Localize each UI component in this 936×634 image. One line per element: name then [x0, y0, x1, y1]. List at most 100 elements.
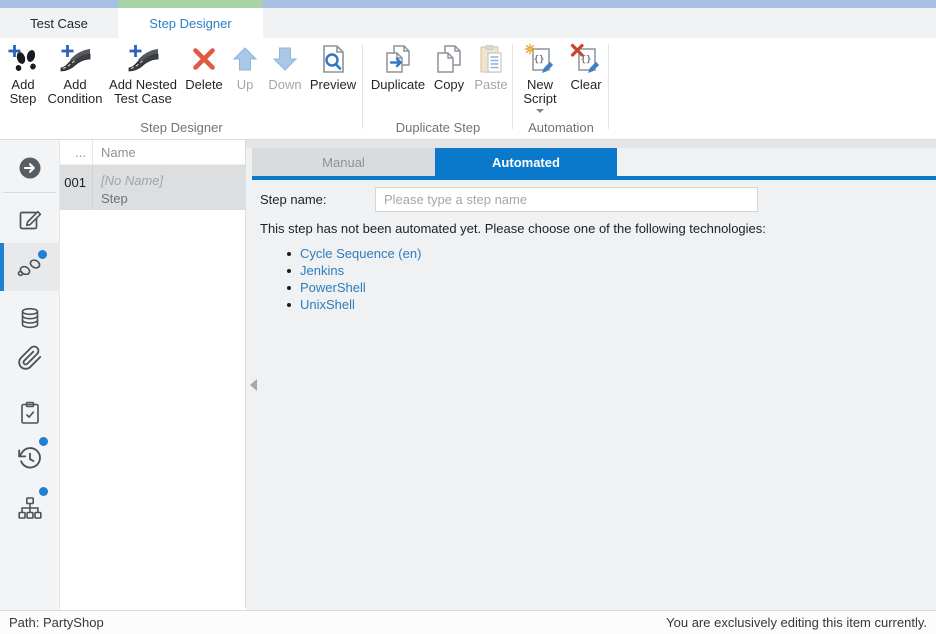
history-clock-icon [17, 445, 43, 471]
active-tab-underline [252, 176, 936, 180]
sidebar-item-steps[interactable] [0, 243, 59, 291]
step-name: [No Name] [101, 173, 245, 188]
svg-text:{}: {} [534, 55, 545, 65]
add-condition-icon [58, 42, 92, 76]
add-condition-label: Add Condition [46, 76, 104, 106]
technology-list-item: Jenkins [287, 262, 421, 279]
add-step-icon [6, 42, 40, 76]
preview-icon [316, 42, 350, 76]
tab-automated-label: Automated [492, 155, 560, 170]
delete-icon [187, 42, 221, 76]
duplicate-button[interactable]: Duplicate [367, 42, 429, 92]
up-button: Up [226, 42, 264, 92]
step-editor-panel: Manual Automated Step name: This step ha… [246, 140, 936, 610]
ribbon-group-automation: {} New Script {} [513, 38, 609, 139]
add-nested-test-case-icon [126, 42, 160, 76]
paste-button: Paste [469, 42, 513, 92]
step-name-input[interactable] [375, 187, 758, 212]
step-number: 001 [60, 165, 93, 210]
editor-tab-bar: Manual Automated [252, 148, 617, 176]
edit-pencil-icon [17, 206, 43, 232]
status-bar: Path: PartyShop You are exclusively edit… [0, 610, 936, 634]
new-script-button[interactable]: {} New Script [515, 42, 565, 113]
sidebar-item-edit[interactable] [0, 195, 59, 243]
copy-icon [432, 42, 466, 76]
sidebar-item-history[interactable] [0, 434, 59, 482]
technology-link[interactable]: Jenkins [300, 263, 344, 278]
panel-collapse-arrow-icon[interactable] [250, 379, 257, 391]
clear-label: Clear [570, 76, 601, 92]
tab-manual-label: Manual [322, 155, 365, 170]
editor-top-band [246, 140, 936, 148]
step-list-header: ... Name [60, 140, 245, 165]
step-list-panel: ... Name 001 [No Name] Step [60, 140, 246, 608]
technology-link[interactable]: UnixShell [300, 297, 355, 312]
column-header-name[interactable]: Name [93, 140, 245, 164]
status-path: Path: PartyShop [9, 615, 104, 630]
add-step-label: Add Step [0, 76, 46, 106]
tab-step-designer[interactable]: Step Designer [118, 8, 263, 38]
paste-label: Paste [474, 76, 507, 92]
go-arrow-icon [17, 155, 43, 181]
ribbon-group-label: Duplicate Step [363, 120, 513, 139]
paperclip-icon [17, 345, 43, 371]
copy-button[interactable]: Copy [429, 42, 469, 92]
technology-list: Cycle Sequence (en) Jenkins PowerShell U… [287, 245, 421, 313]
tab-test-case[interactable]: Test Case [0, 8, 118, 38]
selection-indicator [0, 243, 4, 291]
duplicate-icon [381, 42, 415, 76]
document-tab-bar: Test Case Step Designer [0, 8, 936, 38]
badge-dot [38, 250, 47, 259]
ribbon-group-label: Step Designer [0, 120, 363, 139]
add-step-button[interactable]: Add Step [0, 42, 46, 106]
badge-dot [39, 487, 48, 496]
ribbon-group-label: Automation [513, 120, 609, 139]
step-designer-window: { "app_tabs": { "test_case": "Test Case"… [0, 0, 936, 634]
technology-link[interactable]: PowerShell [300, 280, 366, 295]
step-type: Step [101, 191, 245, 206]
hierarchy-icon [17, 495, 43, 521]
status-edit-lock-message: You are exclusively editing this item cu… [666, 615, 927, 630]
left-icon-sidebar [0, 140, 60, 610]
down-arrow-icon [268, 42, 302, 76]
sidebar-item-navigate[interactable] [0, 144, 59, 192]
delete-button[interactable]: Delete [182, 42, 226, 92]
column-header-number[interactable]: ... [60, 140, 93, 164]
step-row[interactable]: 001 [No Name] Step [60, 165, 245, 210]
technology-list-item: PowerShell [287, 279, 421, 296]
automation-info-text: This step has not been automated yet. Pl… [260, 221, 766, 236]
down-label: Down [268, 76, 301, 92]
clear-script-icon: {} [569, 42, 603, 76]
ribbon-group-duplicate-step: Duplicate Copy [363, 38, 513, 139]
tab-manual[interactable]: Manual [252, 148, 435, 176]
duplicate-label: Duplicate [371, 76, 425, 92]
ribbon-group-step-designer: Add Step Add Condition [0, 38, 363, 139]
tab-test-case-label: Test Case [30, 16, 88, 31]
clear-button[interactable]: {} Clear [565, 42, 607, 92]
step-name-label: Step name: [260, 192, 327, 207]
technology-list-item: Cycle Sequence (en) [287, 245, 421, 262]
add-condition-button[interactable]: Add Condition [46, 42, 104, 106]
ribbon-toolbar: Add Step Add Condition [0, 38, 936, 140]
up-label: Up [237, 76, 254, 92]
sidebar-divider [3, 192, 56, 193]
tab-step-designer-label: Step Designer [149, 16, 231, 31]
dropdown-caret-icon [536, 109, 544, 113]
delete-label: Delete [185, 76, 223, 92]
down-button: Down [264, 42, 306, 92]
new-script-icon: {} [523, 42, 557, 76]
technology-list-item: UnixShell [287, 296, 421, 313]
up-arrow-icon [228, 42, 262, 76]
active-tab-accent-strip [118, 0, 263, 8]
sidebar-item-attachments[interactable] [0, 334, 59, 382]
preview-label: Preview [310, 76, 356, 92]
preview-button[interactable]: Preview [306, 42, 360, 92]
new-script-label: New Script [515, 76, 565, 106]
sidebar-item-dependencies[interactable] [0, 484, 59, 532]
database-icon [17, 305, 43, 331]
badge-dot [39, 437, 48, 446]
technology-link[interactable]: Cycle Sequence (en) [300, 246, 421, 261]
add-nested-test-case-button[interactable]: Add Nested Test Case [104, 42, 182, 106]
tab-automated[interactable]: Automated [435, 148, 617, 176]
sidebar-item-review[interactable] [0, 389, 59, 437]
